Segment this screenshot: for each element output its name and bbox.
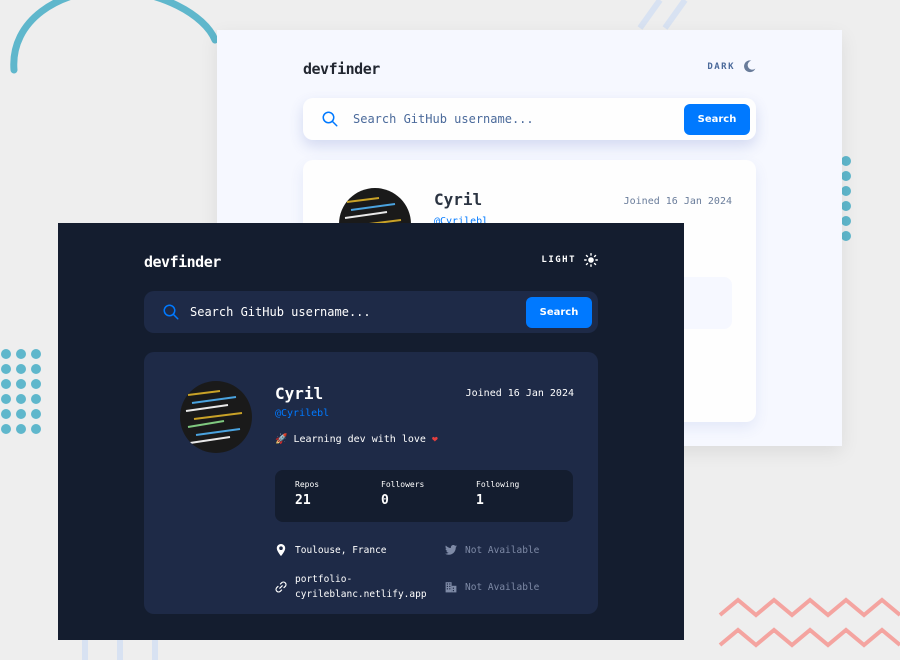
stat-followers: Followers 0 — [381, 480, 424, 508]
link-icon — [275, 581, 287, 593]
theme-toggle-label: LIGHT — [541, 255, 576, 265]
theme-toggle-label: DARK — [707, 61, 735, 72]
moon-icon — [744, 60, 756, 73]
search-button[interactable]: Search — [526, 297, 592, 328]
zigzag-decoration — [718, 597, 900, 648]
search-icon — [163, 304, 179, 320]
joined-date: Joined 16 Jan 2024 — [623, 196, 732, 207]
search-input[interactable]: Search GitHub username... — [353, 112, 534, 126]
stat-value: 21 — [295, 493, 311, 508]
search-input[interactable]: Search GitHub username... — [190, 305, 371, 319]
stat-repos: Repos 21 — [295, 480, 319, 508]
website-link[interactable]: portfolio- cyrileblanc.netlify.app — [295, 572, 427, 602]
website-line-1: portfolio- — [295, 574, 353, 585]
theme-toggle[interactable]: DARK — [707, 60, 756, 73]
theme-toggle[interactable]: LIGHT — [541, 253, 598, 267]
stat-value: 1 — [476, 493, 484, 508]
twitter-row: Not Available — [445, 544, 539, 556]
stat-value: 0 — [381, 493, 389, 508]
profile-bio: 🚀 Learning dev with love ❤ — [275, 434, 438, 445]
stats-panel: Repos 21 Followers 0 Following 1 — [275, 470, 573, 522]
website-row[interactable]: portfolio- cyrileblanc.netlify.app — [275, 572, 427, 602]
company-text: Not Available — [465, 581, 540, 593]
profile-card: Cyril @Cyrilebl Joined 16 Jan 2024 🚀 Lea… — [144, 352, 598, 614]
company-row: Not Available — [445, 581, 539, 593]
app-logo: devfinder — [144, 253, 221, 271]
location-icon — [276, 544, 286, 556]
app-logo: devfinder — [303, 60, 380, 78]
dot-grid-right — [841, 156, 851, 241]
website-line-2: cyrileblanc.netlify.app — [295, 589, 427, 600]
twitter-icon — [445, 545, 457, 555]
search-button[interactable]: Search — [684, 104, 750, 135]
search-bar[interactable]: Search GitHub username... Search — [144, 291, 598, 333]
location-row: Toulouse, France — [275, 544, 387, 556]
location-text: Toulouse, France — [295, 544, 387, 556]
search-bar[interactable]: Search GitHub username... Search — [303, 98, 756, 140]
twitter-text: Not Available — [465, 544, 540, 556]
avatar — [180, 381, 252, 453]
stat-label: Repos — [295, 480, 320, 489]
joined-date: Joined 16 Jan 2024 — [465, 388, 574, 399]
stat-following: Following 1 — [476, 480, 519, 508]
profile-name: Cyril — [275, 384, 324, 403]
dot-grid-left — [1, 349, 41, 434]
profile-name: Cyril — [434, 190, 483, 209]
stat-label: Followers — [381, 480, 425, 489]
search-icon — [322, 111, 338, 127]
heart-emoji: ❤ — [431, 434, 438, 445]
building-icon — [445, 582, 457, 593]
stat-label: Following — [476, 480, 520, 489]
rocket-emoji: 🚀 — [275, 434, 288, 445]
dark-theme-preview: devfinder LIGHT Search GitHub username..… — [58, 223, 684, 640]
sun-icon — [584, 253, 598, 267]
profile-login[interactable]: @Cyrilebl — [275, 408, 329, 419]
bio-text: Learning dev with love — [293, 434, 426, 445]
